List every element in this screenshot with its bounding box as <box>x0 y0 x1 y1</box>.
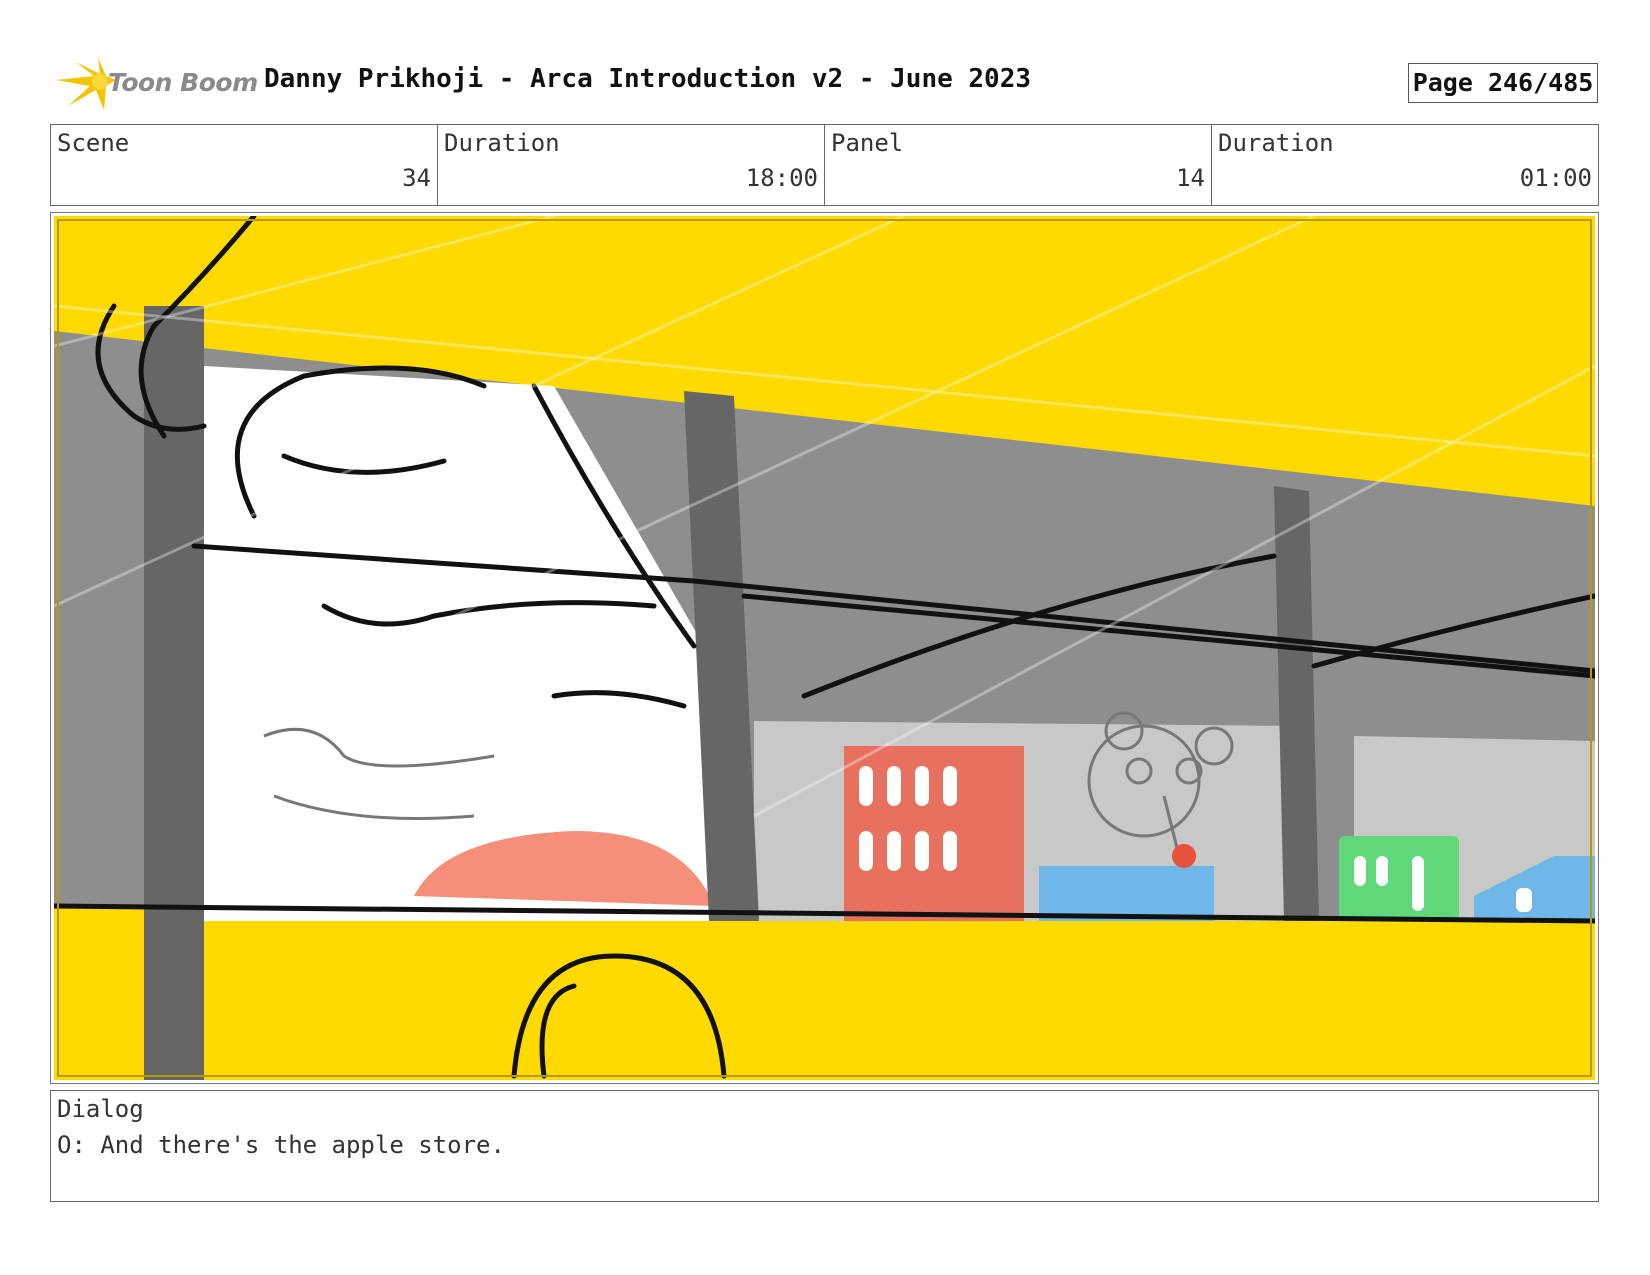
brand-name: Toon Boom <box>108 68 258 97</box>
panel-duration-cell: Duration 01:00 <box>1212 125 1598 205</box>
panel-value: 14 <box>1176 164 1205 192</box>
document-title: Danny Prikhoji - Arca Introduction v2 - … <box>264 64 1032 94</box>
scene-info-table: Scene 34 Duration 18:00 Panel 14 Duratio… <box>50 124 1599 206</box>
panel-cell: Panel 14 <box>825 125 1212 205</box>
scene-duration-value: 18:00 <box>745 164 818 192</box>
storyboard-panel-image <box>54 216 1595 1080</box>
dialog-box: Dialog O: And there's the apple store. <box>50 1090 1599 1202</box>
dialog-label: Dialog <box>57 1095 144 1123</box>
scene-cell: Scene 34 <box>51 125 438 205</box>
scene-label: Scene <box>57 129 130 157</box>
panel-duration-value: 01:00 <box>1519 164 1592 192</box>
scene-duration-cell: Duration 18:00 <box>438 125 825 205</box>
page-number: Page 246/485 <box>1408 63 1598 103</box>
panel-label: Panel <box>831 129 904 157</box>
panel-duration-label: Duration <box>1218 129 1334 157</box>
scene-value: 34 <box>402 164 431 192</box>
dialog-text: O: And there's the apple store. <box>57 1131 505 1159</box>
scene-duration-label: Duration <box>444 129 560 157</box>
